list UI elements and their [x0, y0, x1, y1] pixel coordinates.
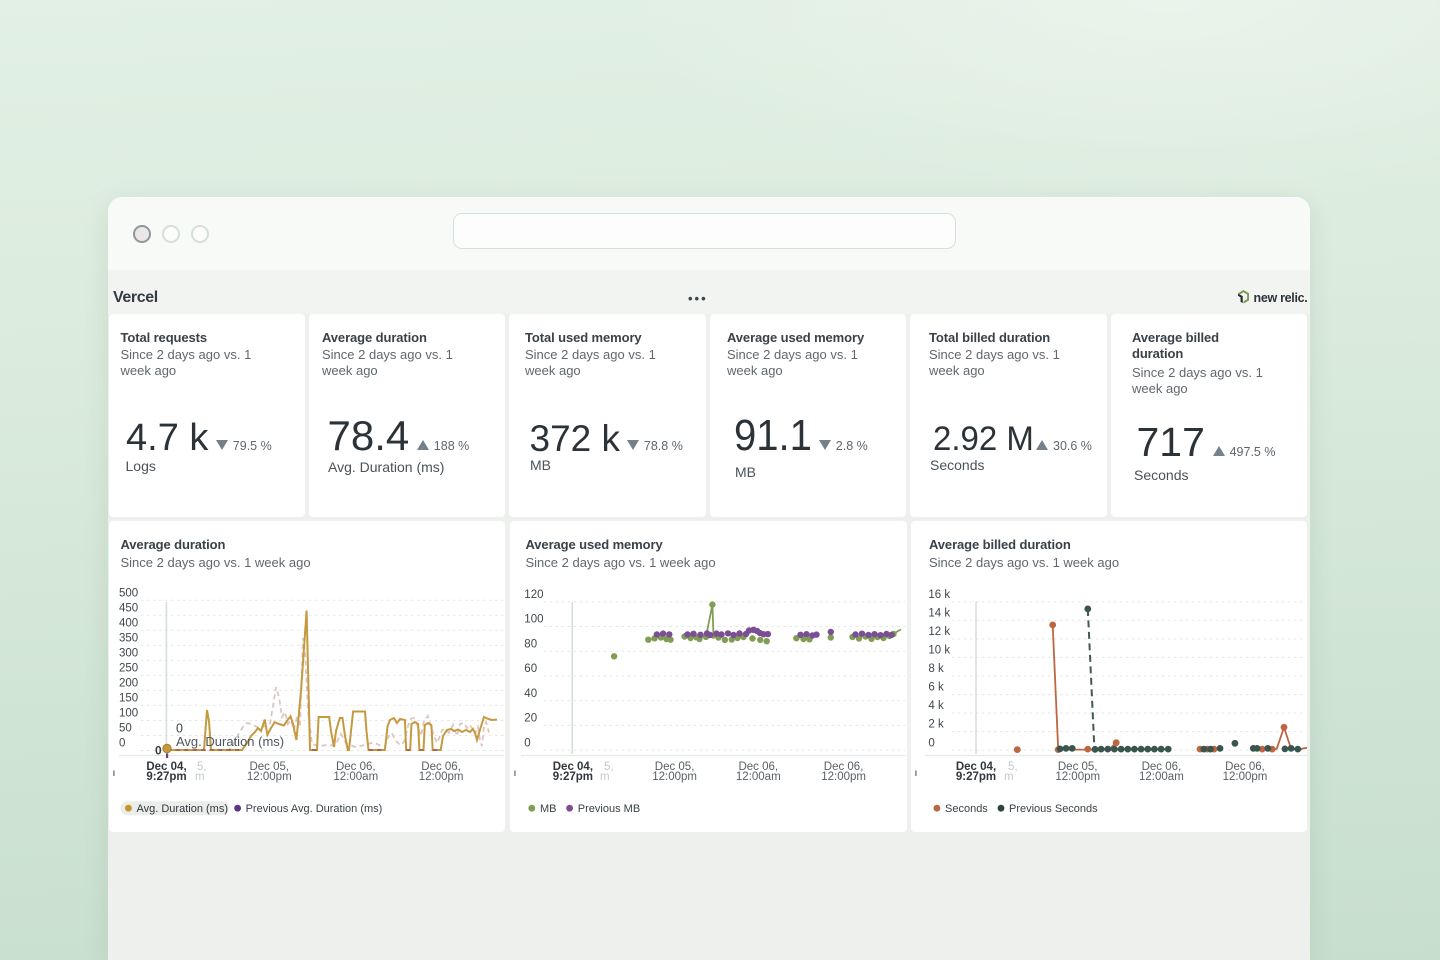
svg-text:12:00am: 12:00am: [333, 771, 378, 783]
svg-text:12:00pm: 12:00pm: [1223, 771, 1268, 783]
svg-text:80: 80: [524, 638, 537, 650]
svg-text:100: 100: [524, 614, 543, 626]
svg-text:12:00am: 12:00am: [1139, 771, 1184, 783]
svg-text:0: 0: [155, 744, 162, 758]
svg-text:12 k: 12 k: [928, 626, 950, 638]
svg-text:40: 40: [524, 688, 537, 700]
svg-text:120: 120: [524, 589, 543, 601]
svg-text:100: 100: [119, 708, 138, 720]
svg-text:20: 20: [524, 713, 537, 725]
svg-text:14 k: 14 k: [928, 607, 950, 619]
svg-text:60: 60: [524, 663, 537, 675]
svg-text:200: 200: [119, 678, 138, 690]
svg-text:12:00pm: 12:00pm: [247, 771, 292, 783]
svg-text:MB: MB: [540, 803, 557, 815]
svg-text:250: 250: [119, 663, 138, 675]
svg-text:0: 0: [524, 737, 530, 749]
svg-text:9:27pm: 9:27pm: [146, 771, 186, 783]
svg-text:9:27pm: 9:27pm: [552, 771, 592, 783]
svg-text:12:00pm: 12:00pm: [652, 771, 697, 783]
svg-text:0: 0: [928, 737, 934, 749]
svg-text:Avg. Duration (ms): Avg. Duration (ms): [176, 734, 284, 749]
svg-text:10 k: 10 k: [928, 645, 950, 657]
svg-text:12:00pm: 12:00pm: [1055, 771, 1100, 783]
svg-text:500: 500: [119, 587, 138, 599]
svg-text:350: 350: [119, 633, 138, 645]
svg-text:16 k: 16 k: [928, 589, 950, 601]
svg-text:m: m: [1004, 771, 1014, 783]
svg-text:Previous Seconds: Previous Seconds: [1009, 803, 1098, 815]
svg-text:2 k: 2 k: [928, 719, 944, 731]
svg-text:8 k: 8 k: [928, 663, 944, 675]
svg-text:Previous Avg. Duration (ms): Previous Avg. Duration (ms): [246, 803, 383, 815]
svg-text:50: 50: [119, 723, 132, 735]
svg-text:9:27pm: 9:27pm: [956, 771, 996, 783]
svg-text:0: 0: [119, 738, 125, 750]
svg-text:m: m: [195, 771, 205, 783]
svg-text:12:00pm: 12:00pm: [821, 771, 866, 783]
svg-text:300: 300: [119, 648, 138, 660]
svg-text:450: 450: [119, 602, 138, 614]
svg-text:Previous MB: Previous MB: [577, 803, 639, 815]
svg-text:Seconds: Seconds: [945, 803, 988, 815]
svg-text:Avg. Duration (ms): Avg. Duration (ms): [137, 803, 229, 815]
svg-text:12:00pm: 12:00pm: [419, 771, 464, 783]
svg-text:12:00am: 12:00am: [735, 771, 780, 783]
svg-text:150: 150: [119, 693, 138, 705]
svg-text:4 k: 4 k: [928, 700, 944, 712]
svg-text:6 k: 6 k: [928, 682, 944, 694]
svg-text:400: 400: [119, 617, 138, 629]
svg-text:m: m: [600, 771, 610, 783]
